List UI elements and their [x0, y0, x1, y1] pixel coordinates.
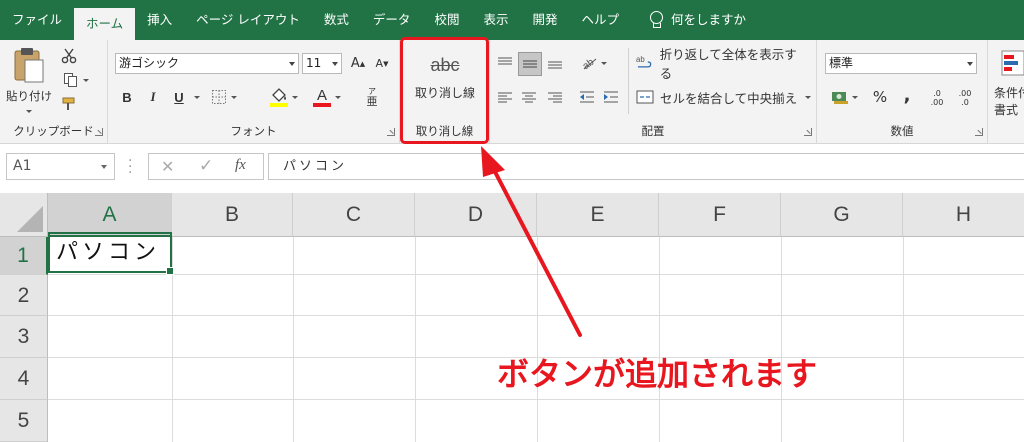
annotation-text: ボタンが追加されます [497, 355, 818, 393]
